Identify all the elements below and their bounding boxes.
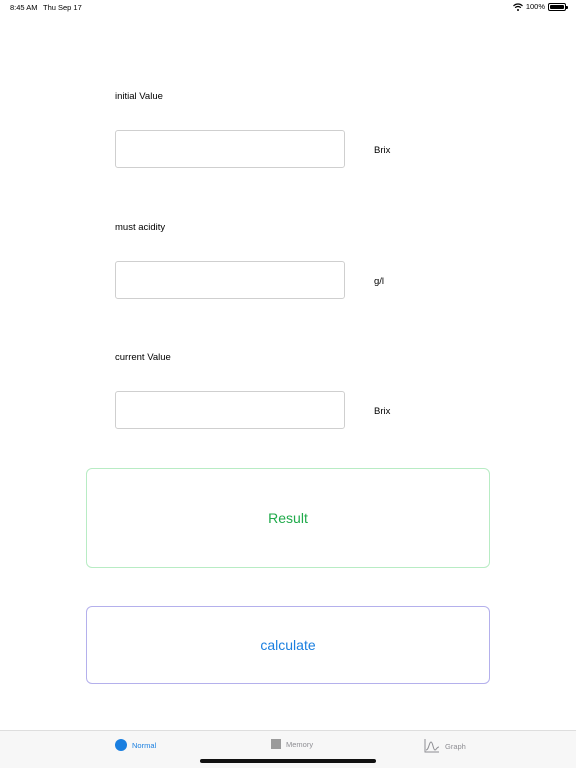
status-indicators: 100% (512, 2, 568, 11)
status-bar: 8:45 AM Thu Sep 17 100% (0, 0, 576, 14)
wifi-icon (512, 2, 523, 11)
battery-percent: 100% (525, 2, 545, 11)
must-acidity-input[interactable] (115, 261, 345, 299)
current-value-unit: Brix (374, 406, 391, 417)
circle-icon (115, 739, 127, 751)
home-indicator[interactable] (200, 759, 376, 763)
graph-icon (424, 739, 440, 753)
tab-normal[interactable]: Normal (115, 739, 156, 751)
battery-icon (548, 2, 568, 11)
must-acidity-unit: g/l (374, 276, 385, 287)
tab-memory[interactable]: Memory (271, 739, 313, 749)
initial-value-label: initial Value (115, 91, 163, 102)
must-acidity-label: must acidity (115, 222, 166, 233)
tab-normal-label: Normal (132, 740, 157, 750)
result-text: Result (268, 510, 308, 526)
tab-graph-label: Graph (445, 741, 466, 751)
square-icon (271, 739, 281, 749)
initial-value-unit: Brix (374, 145, 391, 156)
result-display: Result (86, 468, 490, 568)
tab-memory-label: Memory (286, 739, 314, 749)
status-time: 8:45 AM (10, 3, 38, 12)
tab-graph[interactable]: Graph (424, 739, 466, 753)
current-value-input[interactable] (115, 391, 345, 429)
status-date: Thu Sep 17 (43, 3, 82, 12)
calculate-button[interactable]: calculate (86, 606, 490, 684)
initial-value-input[interactable] (115, 130, 345, 168)
calculate-button-label: calculate (260, 637, 316, 653)
current-value-label: current Value (115, 352, 171, 363)
